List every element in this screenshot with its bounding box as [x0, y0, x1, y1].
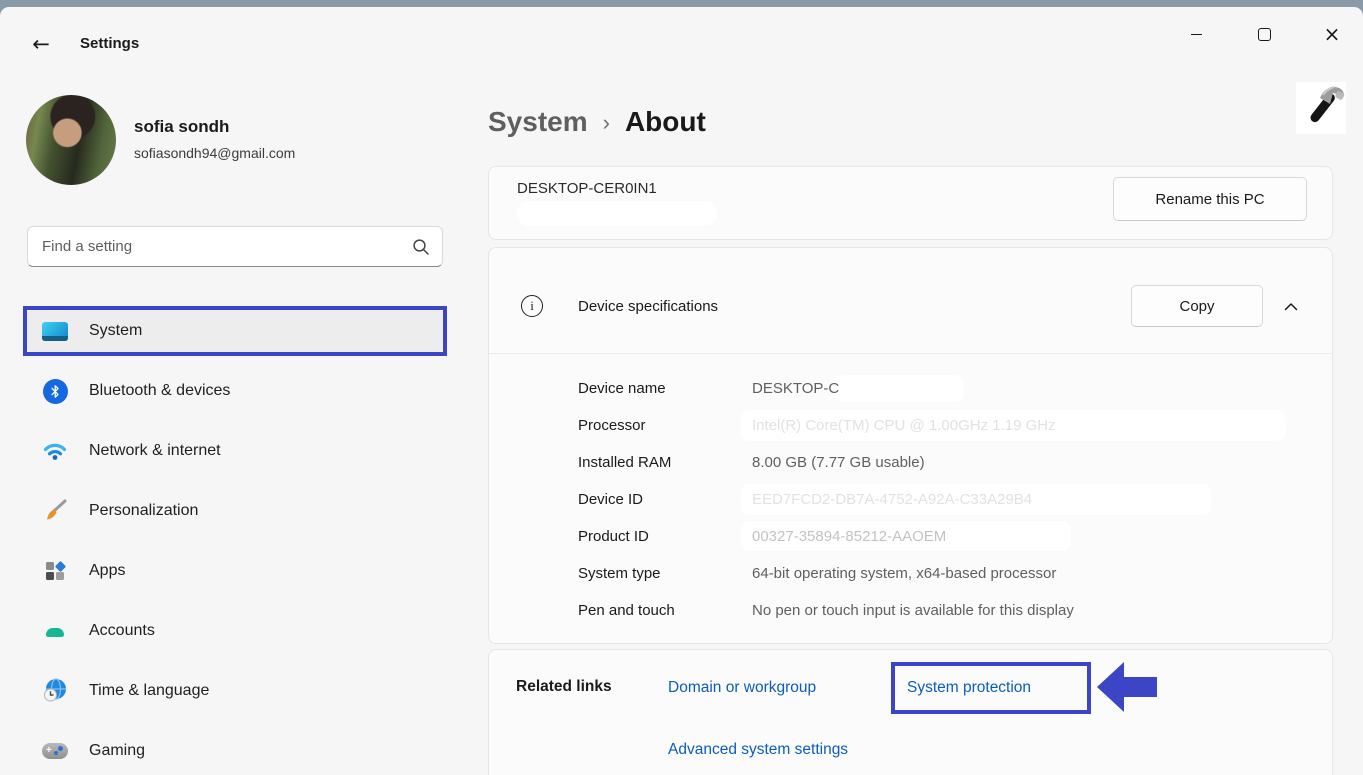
copy-button[interactable]: Copy [1131, 285, 1263, 327]
accounts-icon [42, 618, 68, 644]
spec-value: Intel(R) Core(TM) CPU @ 1.00GHz 1.19 GHz [752, 417, 1056, 434]
page-title: About [625, 106, 706, 138]
spec-row-device-name: Device name DESKTOP-C [489, 370, 1332, 407]
app-title: Settings [80, 35, 139, 52]
device-specifications-card: i Device specifications Copy Device name… [488, 247, 1333, 644]
device-name-card: DESKTOP-CER0IN1 Rename this PC [488, 166, 1333, 240]
close-button[interactable]: × [1309, 17, 1355, 51]
breadcrumb-system-link[interactable]: System [488, 106, 588, 138]
sidebar-item-label: Gaming [89, 742, 145, 760]
back-button[interactable]: ← [26, 31, 56, 57]
breadcrumb: System › About [488, 99, 706, 145]
spec-row-pen-touch: Pen and touch No pen or touch input is a… [489, 592, 1332, 629]
user-avatar[interactable] [26, 95, 116, 185]
spec-row-system-type: System type 64-bit operating system, x64… [489, 555, 1332, 592]
spec-row-installed-ram: Installed RAM 8.00 GB (7.77 GB usable) [489, 444, 1332, 481]
settings-window: ← Settings × sofia sondh sofiasondh94@gm… [0, 7, 1363, 775]
paintbrush-icon [42, 498, 68, 524]
collapse-chevron-up-icon[interactable] [1279, 295, 1303, 317]
search-icon[interactable] [412, 238, 430, 261]
time-language-icon [42, 678, 68, 704]
minimize-icon [1191, 34, 1202, 35]
sidebar-item-label: Time & language [89, 682, 209, 700]
sidebar-item-time-language[interactable]: Time & language [27, 670, 443, 712]
search-box [27, 226, 443, 267]
hammer-icon [1296, 82, 1346, 134]
spec-rows: Device name DESKTOP-C Processor Intel(R)… [489, 370, 1332, 629]
sidebar-item-label: System [89, 322, 142, 340]
redaction-blob [517, 201, 717, 226]
bluetooth-icon [42, 378, 68, 404]
domain-workgroup-link[interactable]: Domain or workgroup [668, 679, 816, 697]
spec-value: 8.00 GB (7.77 GB usable) [752, 454, 925, 471]
related-links-title: Related links [516, 678, 612, 696]
sidebar-item-network-internet[interactable]: Network & internet [27, 430, 443, 472]
spec-value: EED7FCD2-DB7A-4752-A92A-C33A29B4 [752, 491, 1032, 508]
user-email: sofiasondh94@gmail.com [134, 145, 295, 161]
sidebar-nav: System Bluetooth & devices Network & int… [27, 310, 443, 772]
sidebar-item-accounts[interactable]: Accounts [27, 610, 443, 652]
spec-label: Device name [578, 380, 752, 397]
system-protection-link[interactable]: System protection [907, 679, 1031, 697]
specs-title: Device specifications [578, 298, 718, 315]
divider [489, 353, 1332, 354]
breadcrumb-separator-icon: › [603, 108, 610, 136]
redaction-blob [834, 375, 964, 402]
spec-label: Installed RAM [578, 454, 752, 471]
sidebar-item-personalization[interactable]: Personalization [27, 490, 443, 532]
spec-value: No pen or touch input is available for t… [752, 602, 1074, 619]
gaming-icon: + [42, 738, 68, 764]
user-name: sofia sondh [134, 117, 229, 137]
related-links-card: Related links Domain or workgroup System… [488, 649, 1333, 775]
spec-label: Pen and touch [578, 602, 752, 619]
sidebar-item-label: Network & internet [89, 442, 221, 460]
sidebar-item-gaming[interactable]: + Gaming [27, 730, 443, 772]
device-name-text: DESKTOP-CER0IN1 [517, 180, 657, 197]
sidebar-item-bluetooth-devices[interactable]: Bluetooth & devices [27, 370, 443, 412]
sidebar-item-label: Apps [89, 562, 125, 580]
maximize-icon [1258, 28, 1271, 41]
spec-row-processor: Processor Intel(R) Core(TM) CPU @ 1.00GH… [489, 407, 1332, 444]
spec-label: Device ID [578, 491, 752, 508]
spec-value: 00327-35894-85212-AAOEM [752, 528, 946, 545]
spec-row-product-id: Product ID 00327-35894-85212-AAOEM [489, 518, 1332, 555]
maximize-button[interactable] [1241, 17, 1287, 51]
info-icon: i [521, 295, 543, 317]
sidebar-item-system[interactable]: System [27, 310, 443, 352]
search-input[interactable] [28, 227, 442, 266]
sidebar-item-apps[interactable]: Apps [27, 550, 443, 592]
system-icon [42, 318, 68, 344]
annotation-arrow-icon [1097, 659, 1157, 715]
spec-value: DESKTOP-C [752, 380, 839, 397]
rename-pc-button[interactable]: Rename this PC [1113, 177, 1307, 221]
minimize-button[interactable] [1173, 17, 1219, 51]
sidebar-item-label: Personalization [89, 502, 198, 520]
wifi-icon [42, 438, 68, 464]
advanced-system-settings-link[interactable]: Advanced system settings [668, 741, 848, 759]
apps-icon [42, 558, 68, 584]
spec-label: Processor [578, 417, 752, 434]
spec-label: Product ID [578, 528, 752, 545]
spec-value: 64-bit operating system, x64-based proce… [752, 565, 1056, 582]
spec-label: System type [578, 565, 752, 582]
close-icon: × [1324, 22, 1341, 46]
spec-row-device-id: Device ID EED7FCD2-DB7A-4752-A92A-C33A29… [489, 481, 1332, 518]
sidebar-item-label: Bluetooth & devices [89, 382, 230, 400]
sidebar-item-label: Accounts [89, 622, 155, 640]
